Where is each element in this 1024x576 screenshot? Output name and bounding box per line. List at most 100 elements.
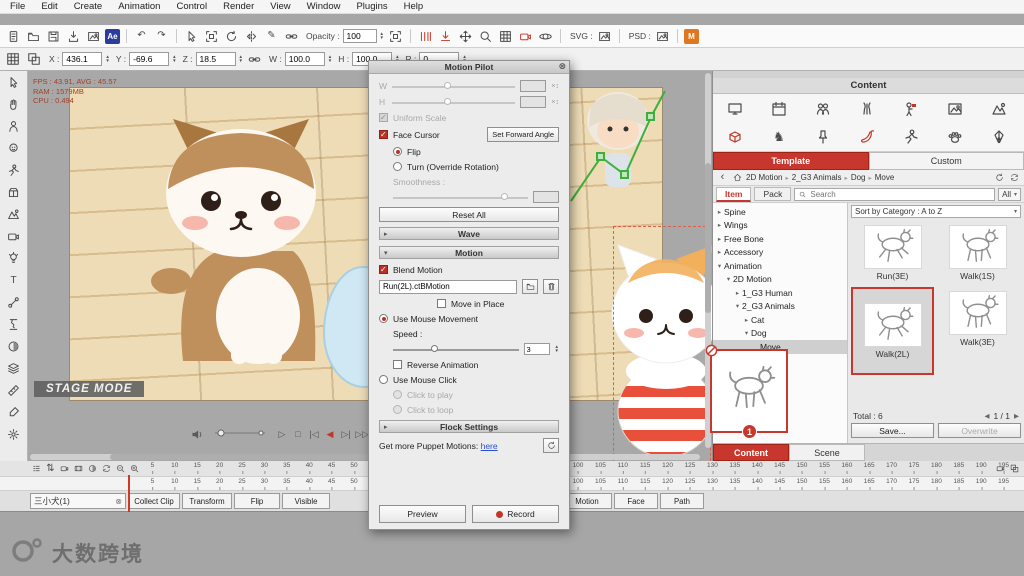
undo-icon[interactable]: ↶	[133, 28, 150, 45]
transform-input-z[interactable]	[195, 52, 236, 66]
menu-view[interactable]: View	[262, 1, 298, 12]
tree-item-animation[interactable]: ▾ Animation	[713, 259, 847, 273]
menu-render[interactable]: Render	[215, 1, 262, 12]
head-tool-icon[interactable]	[5, 140, 22, 157]
horizontal-scrollbar[interactable]	[30, 454, 700, 460]
search-box[interactable]	[794, 187, 996, 201]
tree-item-1-g3-human[interactable]: ▸ 1_G3 Human	[713, 286, 847, 300]
breadcrumb-item[interactable]: Move	[875, 173, 895, 182]
track-button-collect-clip[interactable]: Collect Clip	[128, 493, 180, 509]
motion-tool-icon[interactable]	[5, 162, 22, 179]
drag-preview-walk2l[interactable]: 1	[705, 344, 788, 439]
chili-icon[interactable]	[857, 127, 877, 147]
menu-edit[interactable]: Edit	[33, 1, 65, 12]
menu-create[interactable]: Create	[66, 1, 111, 12]
tree-item-wings[interactable]: ▸ Wings	[713, 219, 847, 233]
light-tool-icon[interactable]	[5, 250, 22, 267]
menu-window[interactable]: Window	[299, 1, 349, 12]
new-project-icon[interactable]	[5, 28, 22, 45]
speed-spinner[interactable]: ▲ ▼	[555, 344, 559, 354]
tab-content[interactable]: Content	[713, 444, 789, 461]
flag-actor-icon[interactable]	[901, 99, 921, 119]
text-tool-icon[interactable]: T	[5, 272, 22, 289]
swap-icon[interactable]	[1008, 171, 1021, 184]
tree-item-free-bone[interactable]: ▸ Free Bone	[713, 232, 847, 246]
tab-custom[interactable]: Custom	[868, 152, 1024, 170]
next-page-button[interactable]: ▶	[1014, 412, 1019, 420]
playhead[interactable]	[128, 475, 130, 512]
calendar-icon[interactable]	[769, 99, 789, 119]
set-forward-angle-button[interactable]: Set Forward Angle	[487, 127, 559, 142]
runner-icon[interactable]	[901, 127, 921, 147]
cube-3d-icon[interactable]	[725, 127, 745, 147]
tree-item-spine[interactable]: ▸ Spine	[713, 205, 847, 219]
import-project-icon[interactable]	[65, 28, 82, 45]
go-to-end-button[interactable]: ▷▷	[355, 429, 369, 440]
thumbnail-run3e[interactable]: Run(3E)	[851, 221, 934, 285]
thumbnail-walk2l[interactable]: Walk(2L)	[851, 287, 934, 375]
anchor-grid-icon[interactable]	[4, 50, 22, 68]
pin-icon[interactable]	[813, 127, 833, 147]
reverse-play-button[interactable]: ◀	[323, 429, 337, 440]
tree-item-accessory[interactable]: ▸ Accessory	[713, 246, 847, 260]
speed-value-input[interactable]	[523, 343, 550, 355]
blend-motion-checkbox[interactable]	[379, 265, 388, 274]
breadcrumb-item[interactable]: 2D Motion	[746, 173, 782, 182]
redo-icon[interactable]: ↷	[153, 28, 170, 45]
expand-tracks-icon[interactable]: ⇅	[44, 462, 57, 475]
psd-import-icon[interactable]	[654, 28, 671, 45]
transform-spinner-y[interactable]: ▲ ▼	[172, 54, 176, 64]
timeline-bars-icon[interactable]	[417, 28, 434, 45]
record-button[interactable]: Record	[472, 505, 559, 523]
pen-nib-icon[interactable]	[989, 127, 1009, 147]
stop-button[interactable]: □	[291, 429, 305, 440]
track-button-path[interactable]: Path	[660, 493, 704, 509]
loop-range-icon[interactable]	[100, 462, 113, 475]
search-input[interactable]	[810, 189, 993, 199]
use-mouse-click-radio[interactable]	[379, 375, 388, 384]
track-button-flip[interactable]: Flip	[234, 493, 280, 509]
scene-tool-icon[interactable]	[5, 206, 22, 223]
move-tool-icon[interactable]	[457, 28, 474, 45]
volume-icon[interactable]	[188, 426, 205, 443]
track-list-icon[interactable]	[30, 462, 43, 475]
stage-character-rigged[interactable]	[563, 79, 675, 224]
dialog-titlebar[interactable]: Motion Pilot ⊗	[369, 61, 569, 74]
zoom-out-icon[interactable]	[114, 462, 127, 475]
save-button[interactable]: Save...	[851, 423, 934, 438]
delete-motion-button[interactable]	[543, 279, 559, 294]
track-label[interactable]: 三小犬(1) ⊗	[30, 493, 126, 509]
tree-item-2-g3-animals[interactable]: ▾ 2_G3 Animals	[713, 300, 847, 314]
fit-view-icon[interactable]	[387, 28, 404, 45]
knight-icon[interactable]: ♞	[769, 127, 789, 147]
transform-spinner-x[interactable]: ▲ ▼	[105, 54, 109, 64]
transform-spinner-w[interactable]: ▲ ▼	[328, 54, 332, 64]
download-icon[interactable]	[437, 28, 454, 45]
step-forward-button[interactable]: ▷|	[339, 429, 353, 440]
link-tool-icon[interactable]	[283, 28, 300, 45]
mask-tool-icon[interactable]	[5, 338, 22, 355]
save-project-icon[interactable]	[45, 28, 62, 45]
menu-file[interactable]: File	[2, 1, 33, 12]
actors-icon[interactable]	[813, 99, 833, 119]
after-effects-badge[interactable]: Ae	[105, 28, 120, 44]
flip-tool-icon[interactable]	[243, 28, 260, 45]
menu-plugins[interactable]: Plugins	[348, 1, 395, 12]
tree-item-2d-motion[interactable]: ▾ 2D Motion	[713, 273, 847, 287]
opacity-spinner[interactable]: ▲ ▼	[380, 31, 384, 41]
link-scale-icon[interactable]	[246, 51, 263, 68]
open-project-icon[interactable]	[25, 28, 42, 45]
tab-template[interactable]: Template	[713, 152, 869, 170]
sort-dropdown[interactable]: Sort by Category : A to Z ▾	[851, 205, 1021, 218]
stage-character-puppy[interactable]	[143, 111, 348, 371]
orbit-tool-icon[interactable]	[537, 28, 554, 45]
tree-item-dog[interactable]: ▾ Dog	[713, 327, 847, 341]
spring-tool-icon[interactable]	[5, 316, 22, 333]
track-close-icon[interactable]: ⊗	[115, 497, 122, 506]
face-cursor-checkbox[interactable]	[379, 130, 388, 139]
motion-section-header[interactable]: ▾ Motion	[379, 246, 559, 259]
content-panel-header[interactable]: Content	[713, 78, 1024, 94]
here-link[interactable]: here	[481, 441, 498, 451]
camera-red-icon[interactable]	[517, 28, 534, 45]
wave-section-header[interactable]: ▸ Wave	[379, 227, 559, 240]
